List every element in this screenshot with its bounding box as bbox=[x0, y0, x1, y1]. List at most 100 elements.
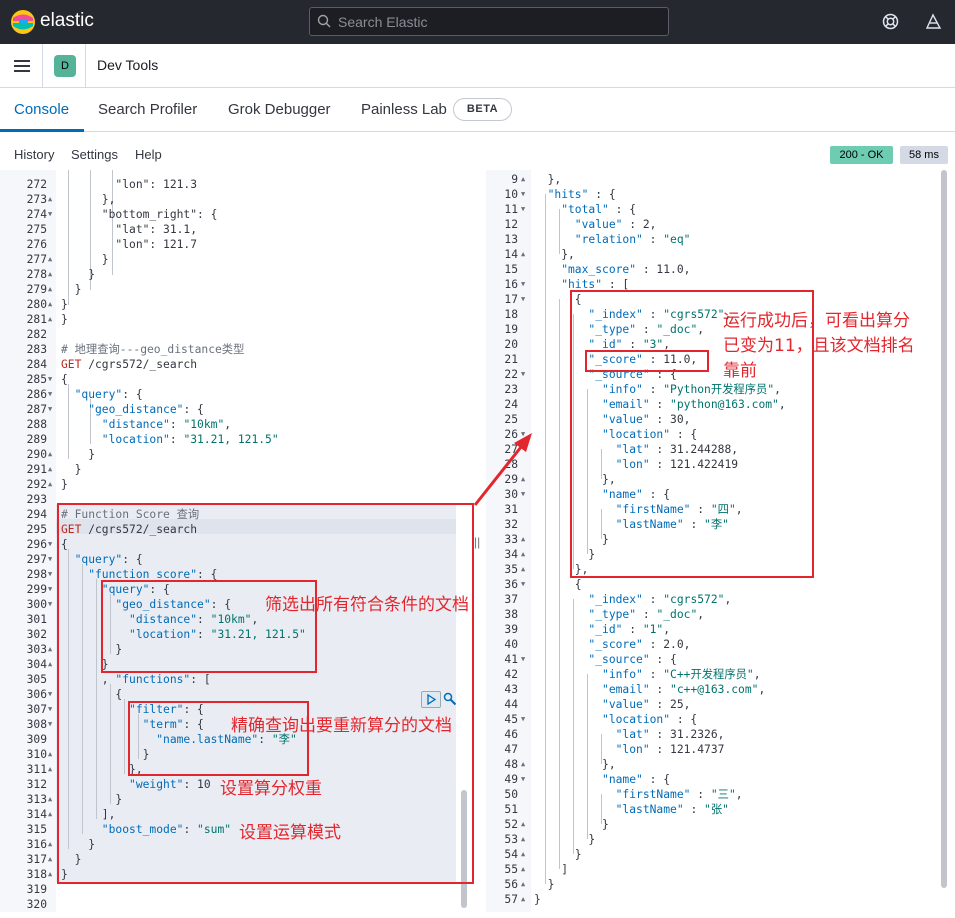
code-line[interactable]: "location" : { bbox=[534, 712, 697, 727]
code-line[interactable]: ] bbox=[534, 862, 568, 877]
code-line[interactable]: } bbox=[61, 297, 68, 312]
fold-toggle-icon[interactable]: ▲ bbox=[48, 282, 52, 297]
code-line[interactable]: }, bbox=[534, 757, 616, 772]
code-line[interactable]: } bbox=[534, 817, 609, 832]
fold-toggle-icon[interactable]: ▼ bbox=[48, 537, 52, 552]
fold-toggle-icon[interactable]: ▲ bbox=[48, 762, 52, 777]
code-line[interactable]: "_index" : "cgrs572", bbox=[534, 592, 731, 607]
code-line[interactable]: # 地理查询---geo_distance类型 bbox=[61, 342, 244, 357]
fold-toggle-icon[interactable]: ▼ bbox=[48, 207, 52, 222]
code-line[interactable]: "lastName" : "张" bbox=[534, 802, 729, 817]
code-line[interactable]: "geo_distance": { bbox=[61, 402, 204, 417]
brand-name[interactable]: elastic bbox=[40, 10, 94, 32]
fold-toggle-icon[interactable]: ▲ bbox=[48, 462, 52, 477]
fold-toggle-icon[interactable]: ▲ bbox=[521, 757, 525, 772]
fold-toggle-icon[interactable]: ▲ bbox=[521, 877, 525, 892]
fold-toggle-icon[interactable]: ▼ bbox=[48, 387, 52, 402]
fold-toggle-icon[interactable]: ▲ bbox=[521, 862, 525, 877]
fold-toggle-icon[interactable]: ▼ bbox=[48, 687, 52, 702]
code-line[interactable]: "lat": 31.1, bbox=[61, 222, 197, 237]
fold-toggle-icon[interactable]: ▲ bbox=[48, 192, 52, 207]
tab-console[interactable]: Console bbox=[14, 101, 69, 118]
fold-toggle-icon[interactable]: ▲ bbox=[521, 832, 525, 847]
code-line[interactable]: "relation" : "eq" bbox=[534, 232, 691, 247]
newsfeed-icon[interactable] bbox=[925, 13, 942, 30]
breadcrumb-dev-tools[interactable]: Dev Tools bbox=[97, 57, 158, 73]
pane-resize-handle[interactable]: || bbox=[474, 535, 480, 549]
code-line[interactable]: { bbox=[534, 577, 582, 592]
code-line[interactable]: } bbox=[61, 267, 95, 282]
fold-toggle-icon[interactable]: ▲ bbox=[521, 547, 525, 562]
search-box[interactable]: Search Elastic bbox=[309, 7, 669, 36]
history-link[interactable]: History bbox=[14, 147, 54, 162]
code-line[interactable]: "_type" : "_doc", bbox=[534, 607, 704, 622]
tab-grok-debugger[interactable]: Grok Debugger bbox=[228, 101, 331, 118]
fold-toggle-icon[interactable]: ▼ bbox=[521, 577, 525, 592]
elastic-logo-icon[interactable] bbox=[10, 9, 36, 35]
code-line[interactable]: }, bbox=[534, 172, 562, 187]
fold-toggle-icon[interactable]: ▲ bbox=[48, 297, 52, 312]
code-line[interactable]: } bbox=[61, 282, 82, 297]
space-avatar[interactable]: D bbox=[54, 55, 76, 77]
fold-toggle-icon[interactable]: ▲ bbox=[521, 562, 525, 577]
code-line[interactable]: } bbox=[534, 892, 541, 907]
fold-toggle-icon[interactable]: ▲ bbox=[48, 267, 52, 282]
code-line[interactable]: "lon": 121.3 bbox=[61, 177, 197, 192]
code-line[interactable]: "info" : "C++开发程序员", bbox=[534, 667, 761, 682]
code-line[interactable]: "name" : { bbox=[534, 772, 670, 787]
fold-toggle-icon[interactable]: ▲ bbox=[48, 657, 52, 672]
fold-toggle-icon[interactable]: ▲ bbox=[48, 792, 52, 807]
fold-toggle-icon[interactable]: ▲ bbox=[521, 892, 525, 907]
code-line[interactable]: "lat" : 31.2326, bbox=[534, 727, 725, 742]
code-line[interactable]: } bbox=[534, 847, 582, 862]
code-line[interactable]: GET /cgrs572/_search bbox=[61, 357, 197, 372]
code-line[interactable]: "hits" : { bbox=[534, 187, 616, 202]
code-line[interactable]: "firstName" : "三", bbox=[534, 787, 743, 802]
tab-painless-lab[interactable]: Painless Lab bbox=[361, 101, 447, 118]
fold-toggle-icon[interactable]: ▼ bbox=[48, 702, 52, 717]
code-line[interactable]: } bbox=[61, 312, 68, 327]
fold-toggle-icon[interactable]: ▲ bbox=[48, 312, 52, 327]
code-line[interactable]: } bbox=[534, 832, 595, 847]
search-placeholder[interactable]: Search Elastic bbox=[338, 14, 427, 30]
fold-toggle-icon[interactable]: ▼ bbox=[48, 582, 52, 597]
fold-toggle-icon[interactable]: ▲ bbox=[48, 477, 52, 492]
code-line[interactable]: } bbox=[61, 477, 68, 492]
fold-toggle-icon[interactable]: ▲ bbox=[48, 807, 52, 822]
fold-toggle-icon[interactable]: ▲ bbox=[521, 847, 525, 862]
fold-toggle-icon[interactable]: ▲ bbox=[48, 837, 52, 852]
fold-toggle-icon[interactable]: ▲ bbox=[48, 252, 52, 267]
code-line[interactable]: "total" : { bbox=[534, 202, 636, 217]
settings-link[interactable]: Settings bbox=[71, 147, 118, 162]
code-line[interactable]: } bbox=[61, 447, 95, 462]
fold-toggle-icon[interactable]: ▲ bbox=[521, 247, 525, 262]
fold-toggle-icon[interactable]: ▲ bbox=[48, 642, 52, 657]
fold-toggle-icon[interactable]: ▼ bbox=[521, 652, 525, 667]
code-line[interactable]: }, bbox=[61, 192, 116, 207]
code-line[interactable]: "_source" : { bbox=[534, 652, 676, 667]
code-line[interactable]: "lon" : 121.4737 bbox=[534, 742, 725, 757]
help-lifebuoy-icon[interactable] bbox=[882, 13, 899, 30]
code-line[interactable]: "value" : 2, bbox=[534, 217, 657, 232]
fold-toggle-icon[interactable]: ▼ bbox=[521, 292, 525, 307]
code-line[interactable]: "value" : 25, bbox=[534, 697, 690, 712]
menu-hamburger-icon[interactable] bbox=[14, 59, 30, 73]
response-scrollbar[interactable] bbox=[941, 170, 947, 888]
fold-toggle-icon[interactable]: ▼ bbox=[48, 402, 52, 417]
code-line[interactable]: } bbox=[61, 252, 109, 267]
code-line[interactable]: "distance": "10km", bbox=[61, 417, 231, 432]
fold-toggle-icon[interactable]: ▲ bbox=[521, 172, 525, 187]
fold-toggle-icon[interactable]: ▼ bbox=[521, 277, 525, 292]
code-line[interactable]: }, bbox=[534, 247, 575, 262]
fold-toggle-icon[interactable]: ▲ bbox=[48, 867, 52, 882]
fold-toggle-icon[interactable]: ▼ bbox=[48, 372, 52, 387]
fold-toggle-icon[interactable]: ▲ bbox=[48, 447, 52, 462]
fold-toggle-icon[interactable]: ▲ bbox=[521, 817, 525, 832]
code-line[interactable]: { bbox=[61, 372, 68, 387]
fold-toggle-icon[interactable]: ▼ bbox=[521, 772, 525, 787]
fold-toggle-icon[interactable]: ▼ bbox=[521, 187, 525, 202]
fold-toggle-icon[interactable]: ▲ bbox=[48, 852, 52, 867]
fold-toggle-icon[interactable]: ▼ bbox=[48, 567, 52, 582]
code-line[interactable]: "_id" : "1", bbox=[534, 622, 670, 637]
code-line[interactable]: "lon": 121.7 bbox=[61, 237, 197, 252]
